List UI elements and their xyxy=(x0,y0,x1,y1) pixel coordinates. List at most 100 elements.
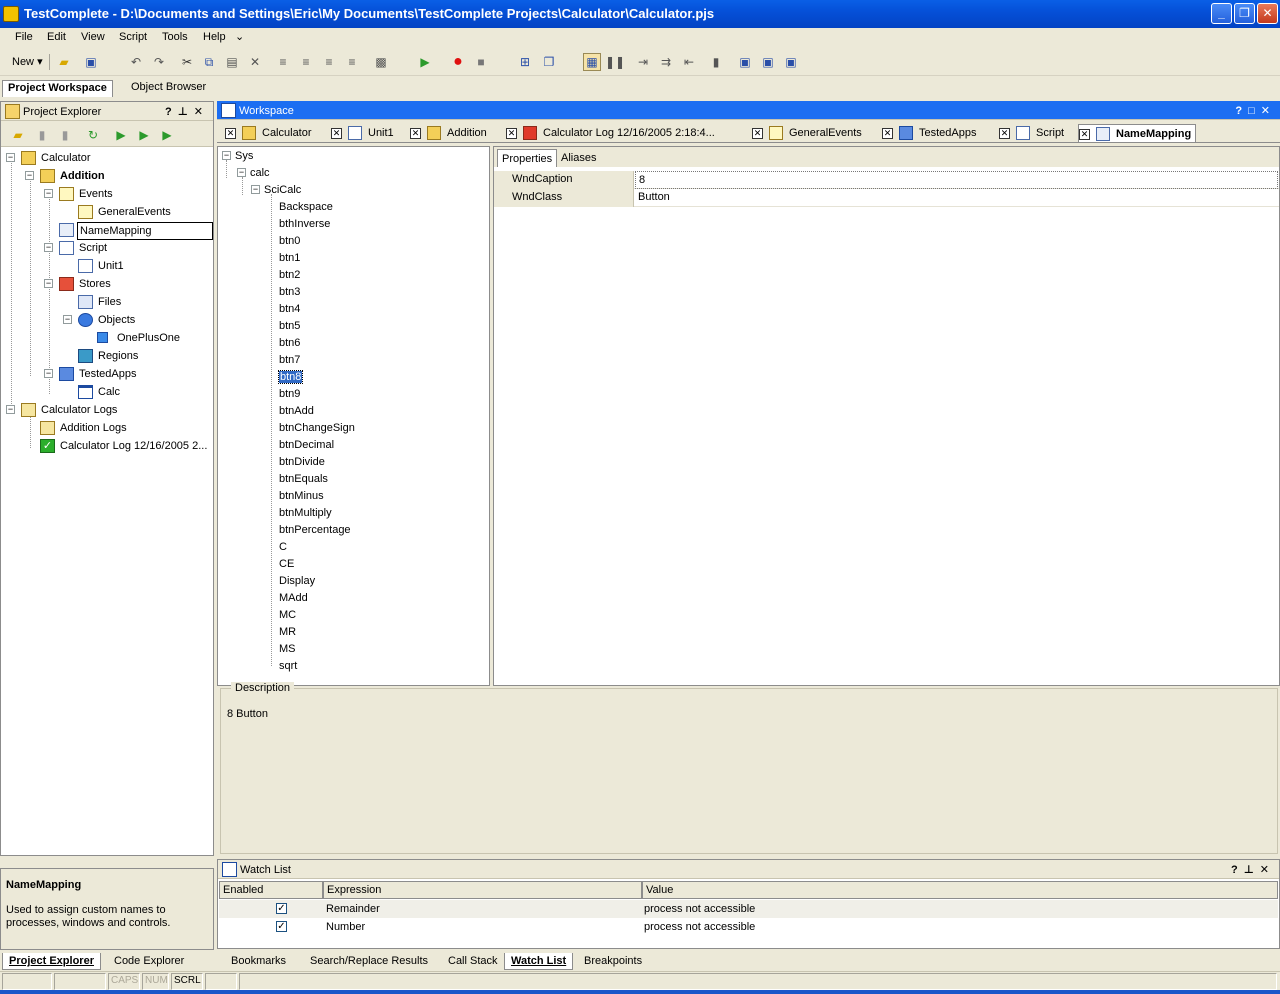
toggle-icon[interactable]: ▦ xyxy=(583,53,601,71)
column-header-value[interactable]: Value xyxy=(642,881,1278,899)
object-tree-item[interactable]: bthInverse xyxy=(279,216,330,232)
tab-object-browser[interactable]: Object Browser xyxy=(126,80,211,97)
object-tree-item[interactable]: btnDecimal xyxy=(279,437,334,453)
copy-icon[interactable]: ⧉ xyxy=(200,53,218,71)
close-tab-icon[interactable]: ✕ xyxy=(752,127,763,139)
object-tree-item[interactable]: btn3 xyxy=(279,284,300,300)
collapse-icon[interactable]: − xyxy=(237,168,246,177)
doc-tab-calculator-log[interactable]: ✕ Calculator Log 12/16/2005 2:18:4... xyxy=(506,124,715,142)
cut-icon[interactable]: ✂ xyxy=(178,53,196,71)
close-tab-icon[interactable]: ✕ xyxy=(225,127,236,139)
close-tab-icon[interactable]: ✕ xyxy=(506,127,517,139)
tab-watch-list[interactable]: Watch List xyxy=(504,953,574,970)
menu-view[interactable]: View xyxy=(81,31,105,43)
run-project-icon[interactable]: ▶ xyxy=(112,126,130,144)
step-out-icon[interactable]: ⇤ xyxy=(680,53,698,71)
tab-code-explorer[interactable]: Code Explorer xyxy=(108,953,190,970)
object-tree-item[interactable]: btnMultiply xyxy=(279,505,332,521)
watch-expression[interactable]: Remainder xyxy=(326,903,380,915)
run-icon[interactable]: ▶ xyxy=(416,53,434,71)
column-header-expression[interactable]: Expression xyxy=(323,881,642,899)
undo-icon[interactable]: ↶ xyxy=(127,53,145,71)
object-tree-item[interactable]: MC xyxy=(279,607,296,623)
object-tree-item[interactable]: btn9 xyxy=(279,386,300,402)
object-tree-item[interactable]: Display xyxy=(279,573,315,589)
object-tree-item[interactable]: btn5 xyxy=(279,318,300,334)
enabled-checkbox[interactable]: ✓ xyxy=(276,921,287,932)
step-into-icon[interactable]: ⇥ xyxy=(634,53,652,71)
step-over-icon[interactable]: ⇉ xyxy=(657,53,675,71)
property-row[interactable]: WndCaption 8 xyxy=(494,171,1279,189)
object-spy-icon[interactable]: ⊞ xyxy=(516,53,534,71)
menu-tools[interactable]: Tools xyxy=(162,31,188,43)
minimize-button[interactable]: _ xyxy=(1211,3,1232,24)
panel-icon-2[interactable]: ▣ xyxy=(759,53,777,71)
tab-aliases[interactable]: Aliases xyxy=(557,149,600,167)
menu-overflow-icon[interactable]: ⌄ xyxy=(235,30,244,43)
doc-tab-generalevents[interactable]: ✕ GeneralEvents xyxy=(752,124,862,142)
close-tab-icon[interactable]: ✕ xyxy=(331,127,342,139)
collapse-icon[interactable]: − xyxy=(25,171,34,180)
object-tree-item[interactable]: btnDivide xyxy=(279,454,325,470)
comment-icon[interactable]: ≡ xyxy=(320,53,338,71)
close-tab-icon[interactable]: ✕ xyxy=(410,127,421,139)
title-bar[interactable]: TestComplete - D:\Documents and Settings… xyxy=(0,0,1280,28)
property-value[interactable]: Button xyxy=(635,189,673,207)
indent-icon[interactable]: ≡ xyxy=(297,53,315,71)
collapse-icon[interactable]: − xyxy=(44,189,53,198)
menu-edit[interactable]: Edit xyxy=(47,31,66,43)
object-tree-item[interactable]: btn2 xyxy=(279,267,300,283)
redo-icon[interactable]: ↷ xyxy=(150,53,168,71)
evaluate-icon[interactable]: ▮ xyxy=(707,53,725,71)
app-icon[interactable] xyxy=(3,6,19,22)
tab-search-replace-results[interactable]: Search/Replace Results xyxy=(304,953,434,970)
property-value[interactable]: 8 xyxy=(635,171,1278,189)
object-tree-item[interactable]: C xyxy=(279,539,287,555)
object-tree-item[interactable]: btn0 xyxy=(279,233,300,249)
collapse-icon[interactable]: − xyxy=(44,369,53,378)
property-row[interactable]: WndClass Button xyxy=(494,189,1279,207)
object-tree-item[interactable]: btn1 xyxy=(279,250,300,266)
watch-expression[interactable]: Number xyxy=(326,921,365,933)
panel-icon-1[interactable]: ▣ xyxy=(736,53,754,71)
object-tree-item[interactable]: btn7 xyxy=(279,352,300,368)
pause-icon[interactable]: ❚❚ xyxy=(605,53,625,71)
run-all-icon[interactable]: ▶ xyxy=(158,126,176,144)
tab-project-explorer[interactable]: Project Explorer xyxy=(2,953,101,970)
object-tree-item[interactable]: btnMinus xyxy=(279,488,324,504)
stop-icon[interactable]: ■ xyxy=(472,53,490,71)
tab-properties[interactable]: Properties xyxy=(497,149,558,167)
close-tab-icon[interactable]: ✕ xyxy=(882,127,893,139)
outdent-icon[interactable]: ≡ xyxy=(274,53,292,71)
find-icon[interactable]: ▩ xyxy=(372,53,390,71)
object-tree-item[interactable]: Backspace xyxy=(279,199,333,215)
paste-icon[interactable]: ▤ xyxy=(223,53,241,71)
collapse-icon[interactable]: − xyxy=(251,185,260,194)
open-icon[interactable]: ▰ xyxy=(55,53,73,71)
remove-icon[interactable]: ▮ xyxy=(33,126,51,144)
refresh-icon[interactable]: ↻ xyxy=(84,126,102,144)
collapse-icon[interactable]: − xyxy=(44,243,53,252)
run-item-icon[interactable]: ▶ xyxy=(135,126,153,144)
doc-tab-addition[interactable]: ✕ Addition xyxy=(410,124,487,142)
doc-tab-testedapps[interactable]: ✕ TestedApps xyxy=(882,124,976,142)
object-tree-item[interactable]: MR xyxy=(279,624,296,640)
object-tree-item[interactable]: MAdd xyxy=(279,590,308,606)
object-tree-item[interactable]: btnEquals xyxy=(279,471,328,487)
object-tree-item[interactable]: btnPercentage xyxy=(279,522,351,538)
object-tree-item[interactable]: btn8 xyxy=(277,369,304,385)
save-icon[interactable]: ▣ xyxy=(82,53,100,71)
pane-buttons[interactable]: ?⊥✕ xyxy=(1231,863,1275,876)
doc-tab-script[interactable]: ✕ Script xyxy=(999,124,1064,142)
menu-help[interactable]: Help xyxy=(203,31,226,43)
pane-buttons[interactable]: ?⊥✕ xyxy=(165,105,209,118)
record-icon[interactable]: ● xyxy=(449,53,467,71)
menu-file[interactable]: File xyxy=(15,31,33,43)
maximize-button[interactable]: ❐ xyxy=(1234,3,1255,24)
properties-icon[interactable]: ▮ xyxy=(56,126,74,144)
watch-row[interactable]: ✓ Number process not accessible xyxy=(219,918,1278,936)
collapse-icon[interactable]: − xyxy=(6,153,15,162)
object-tree-item[interactable]: sqrt xyxy=(279,658,297,674)
uncomment-icon[interactable]: ≡ xyxy=(343,53,361,71)
object-tree-item[interactable]: btnAdd xyxy=(279,403,314,419)
